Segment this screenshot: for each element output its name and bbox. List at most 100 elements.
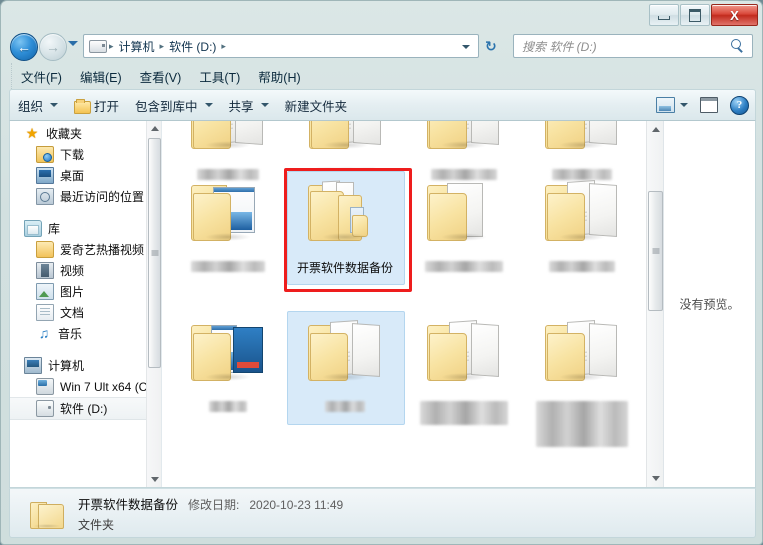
computer-icon [24, 357, 42, 374]
menu-item-help[interactable]: 帮助(H) [249, 64, 309, 89]
search-box[interactable]: 搜索 软件 (D:) [513, 34, 753, 58]
address-breadcrumb-bar[interactable]: ▸ 计算机 ▸ 软件 (D:) ▸ [83, 34, 479, 58]
include-in-library-button[interactable]: 包含到库中 [127, 92, 221, 119]
list-item[interactable] [176, 173, 280, 275]
organize-button[interactable]: 组织 [10, 92, 66, 119]
sidebar-item-label: Win 7 Ult x64 (C [60, 379, 148, 394]
maximize-button[interactable] [680, 4, 710, 26]
sidebar-item-music[interactable]: ♫ 音乐 [10, 323, 148, 344]
breadcrumb-separator[interactable]: ▸ [219, 41, 228, 52]
sidebar-item-pictures[interactable]: 图片 [10, 281, 148, 302]
downloads-icon [36, 146, 54, 163]
list-item[interactable] [176, 313, 280, 415]
navigation-list: ★ 收藏夹 下载 桌面 最近访问的位置 库 爱奇艺热播视频 视频 图片 文档 ♫… [10, 123, 148, 420]
help-icon[interactable]: ? [730, 95, 749, 115]
sidebar-item-downloads[interactable]: 下载 [10, 144, 148, 165]
icon-grid: 开票软件数据备份 [162, 121, 663, 487]
recent-pages-dropdown-icon[interactable] [68, 41, 78, 46]
sidebar-item-label: 最近访问的位置 [60, 190, 145, 204]
title-bar: X [1, 1, 762, 29]
scrollbar-thumb[interactable] [648, 191, 663, 311]
sidebar-item-recent-places[interactable]: 最近访问的位置 [10, 186, 148, 207]
list-item[interactable] [412, 313, 516, 428]
chevron-down-icon [150, 477, 159, 482]
breadcrumb-separator[interactable]: ▸ [158, 41, 167, 52]
file-name: 开票软件数据备份 [296, 261, 393, 275]
drive-icon [89, 39, 107, 53]
sidebar-item-documents[interactable]: 文档 [10, 302, 148, 323]
sidebar-item-videos[interactable]: 视频 [10, 260, 148, 281]
chevron-down-icon [260, 103, 269, 107]
file-list-area[interactable]: 开票软件数据备份 [162, 121, 663, 487]
drive-icon [36, 400, 54, 417]
chevron-down-icon[interactable] [680, 103, 688, 107]
organize-label: 组织 [18, 99, 44, 114]
menu-item-view[interactable]: 查看(V) [131, 64, 191, 89]
sidebar-group-computer[interactable]: 计算机 [10, 355, 148, 376]
list-item[interactable] [412, 173, 516, 275]
new-folder-button[interactable]: 新建文件夹 [277, 92, 356, 119]
menu-item-file[interactable]: 文件(F) [12, 64, 71, 89]
share-button[interactable]: 共享 [221, 92, 277, 119]
scroll-up-button[interactable] [147, 121, 161, 136]
library-icon [24, 220, 42, 237]
sidebar-item-drive-d[interactable]: 软件 (D:) [10, 397, 148, 420]
navigation-scrollbar[interactable] [146, 121, 161, 487]
folder-thumbnail [412, 313, 516, 401]
scroll-down-button[interactable] [647, 470, 663, 487]
preview-pane-icon[interactable] [700, 97, 718, 113]
folder-thumbnail [412, 173, 516, 261]
breadcrumb-drive-d[interactable]: 软件 (D:) [166, 38, 219, 55]
toolbar-right-group: ? [656, 95, 755, 115]
details-text: 开票软件数据备份 修改日期: 2020-10-23 11:49 文件夹 [78, 494, 343, 533]
list-item[interactable] [293, 313, 397, 415]
change-view-icon[interactable] [656, 97, 675, 113]
back-button[interactable]: ← [10, 33, 38, 61]
details-row-primary: 开票软件数据备份 修改日期: 2020-10-23 11:49 [78, 494, 343, 513]
breadcrumb-computer[interactable]: 计算机 [116, 38, 158, 55]
file-name-redacted [530, 261, 634, 275]
sidebar-item-desktop[interactable]: 桌面 [10, 165, 148, 186]
share-label: 共享 [228, 99, 254, 114]
harddisk-icon [36, 378, 54, 395]
folder-icon [308, 319, 382, 381]
folder-thumbnail [412, 121, 516, 169]
list-item-selected[interactable]: 开票软件数据备份 [293, 173, 397, 275]
explorer-body: ★ 收藏夹 下载 桌面 最近访问的位置 库 爱奇艺热播视频 视频 图片 文档 ♫… [9, 121, 756, 488]
folder-icon [545, 179, 619, 241]
refresh-icon[interactable]: ↻ [485, 38, 497, 55]
scroll-up-button[interactable] [647, 121, 663, 138]
sidebar-item-drive-c[interactable]: Win 7 Ult x64 (C [10, 376, 148, 397]
sidebar-group-libraries[interactable]: 库 [10, 218, 148, 239]
chevron-up-icon [651, 127, 660, 132]
sidebar-item-iqiyi-videos[interactable]: 爱奇艺热播视频 [10, 239, 148, 260]
menu-item-edit[interactable]: 编辑(E) [71, 64, 131, 89]
scrollbar-thumb[interactable] [148, 138, 161, 368]
list-item[interactable] [530, 173, 634, 275]
file-list-scrollbar[interactable] [646, 121, 663, 487]
list-item[interactable] [530, 313, 634, 450]
star-icon: ★ [25, 125, 39, 141]
scrollbar-grip-icon [652, 248, 659, 254]
explorer-window: X ← → ▸ 计算机 ▸ 软件 (D:) ▸ ↻ 搜索 软件 (D:) 文件(… [0, 0, 763, 545]
preview-message: 没有预览。 [679, 297, 740, 312]
address-dropdown-icon[interactable] [462, 45, 470, 49]
minimize-button[interactable] [649, 4, 679, 26]
open-button[interactable]: 打开 [66, 92, 127, 119]
sidebar-item-label: 下载 [60, 148, 85, 162]
maximize-icon [689, 8, 701, 22]
forward-button[interactable]: → [39, 33, 67, 61]
scroll-down-button[interactable] [147, 472, 161, 487]
search-icon[interactable] [731, 39, 745, 53]
folder-icon [427, 179, 501, 241]
breadcrumb-separator[interactable]: ▸ [107, 41, 116, 52]
sidebar-group-favorites[interactable]: ★ 收藏夹 [10, 123, 148, 144]
file-name-redacted [412, 401, 516, 428]
folder-thumbnail [293, 173, 397, 261]
menu-item-tools[interactable]: 工具(T) [190, 64, 249, 89]
address-bar-row: ← → ▸ 计算机 ▸ 软件 (D:) ▸ ↻ 搜索 软件 (D:) [1, 29, 762, 63]
redacted-text [536, 401, 628, 447]
sidebar-item-label: 图片 [60, 285, 85, 299]
close-button[interactable]: X [711, 4, 758, 26]
